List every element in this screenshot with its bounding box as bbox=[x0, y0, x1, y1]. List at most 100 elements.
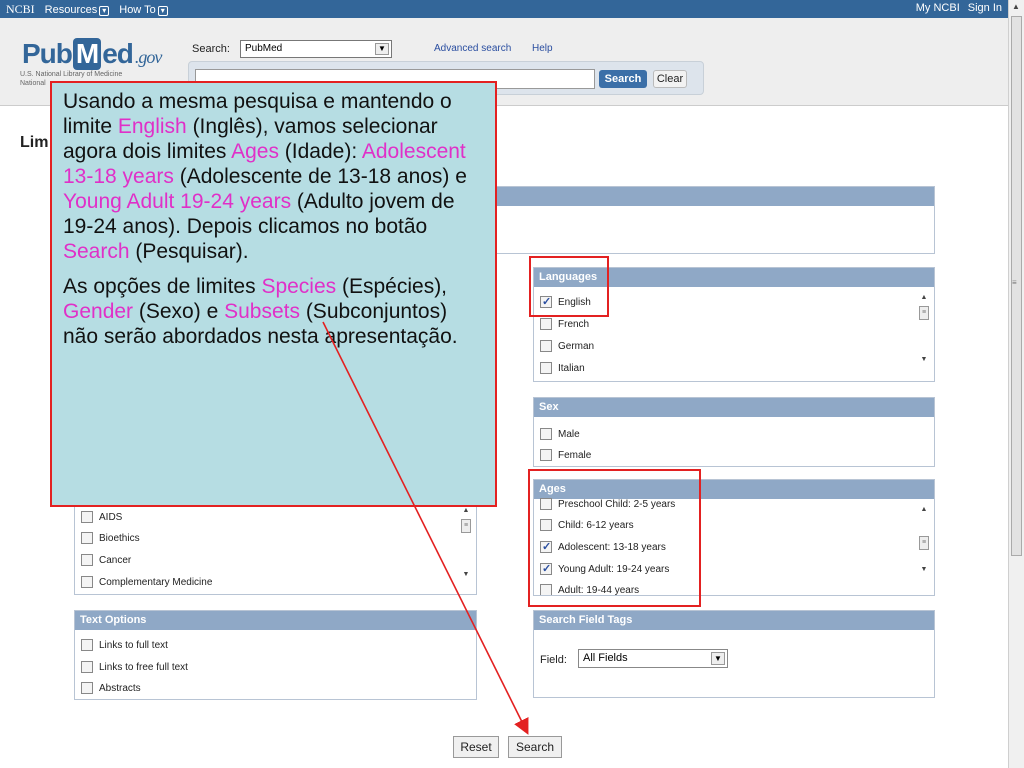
scroll-down-icon[interactable]: ▼ bbox=[918, 356, 930, 366]
reset-button[interactable]: Reset bbox=[453, 736, 499, 758]
option-label: German bbox=[558, 340, 595, 352]
subset-option-bioethics[interactable]: Bioethics bbox=[81, 532, 140, 544]
checkbox[interactable] bbox=[540, 449, 552, 461]
window-scrollbar[interactable]: ▲ ≡ bbox=[1008, 0, 1024, 768]
language-option-italian[interactable]: Italian bbox=[540, 362, 585, 374]
clear-button[interactable]: Clear bbox=[653, 70, 687, 88]
search-field-tags-title: Search Field Tags bbox=[534, 611, 934, 630]
logo-sub-line1: U.S. National Library of Medicine bbox=[20, 71, 123, 78]
sex-title: Sex bbox=[534, 398, 934, 417]
panel-header bbox=[489, 187, 934, 206]
search-submit-button[interactable]: Search bbox=[508, 736, 562, 758]
callout-keyword: Search bbox=[63, 240, 130, 263]
scroll-up-icon[interactable]: ▲ bbox=[918, 506, 930, 516]
scroll-up-icon[interactable]: ▲ bbox=[1012, 2, 1020, 11]
scroll-up-icon[interactable]: ▲ bbox=[460, 507, 472, 517]
callout-paragraph-1: Usando a mesma pesquisa e mantendo o lim… bbox=[63, 89, 485, 264]
sex-option-female[interactable]: Female bbox=[540, 449, 591, 461]
checkbox[interactable] bbox=[81, 682, 93, 694]
checkbox[interactable] bbox=[81, 532, 93, 544]
logo-m: M bbox=[72, 38, 102, 70]
pubmed-logo[interactable]: Pub Med .gov bbox=[22, 38, 162, 70]
my-ncbi-link[interactable]: My NCBI bbox=[916, 2, 960, 14]
scroll-down-icon[interactable]: ▼ bbox=[460, 571, 472, 581]
checkbox[interactable] bbox=[81, 661, 93, 673]
search-button[interactable]: Search bbox=[599, 70, 647, 88]
search-field-tags-panel: Search Field Tags Field: All Fields ▼ bbox=[533, 610, 935, 698]
callout-text: (Adolescente de 13-18 anos) e bbox=[173, 165, 467, 188]
callout-text: (Sexo) e bbox=[133, 300, 225, 323]
scroll-thumb[interactable]: ≡ bbox=[919, 536, 929, 550]
text-option-abstracts[interactable]: Abstracts bbox=[81, 682, 141, 694]
howto-menu[interactable]: How To ▾ bbox=[119, 3, 168, 16]
logo-gov: .gov bbox=[134, 47, 162, 67]
checkbox[interactable] bbox=[540, 428, 552, 440]
checkbox[interactable] bbox=[81, 639, 93, 651]
checkbox[interactable] bbox=[540, 318, 552, 330]
language-option-french[interactable]: French bbox=[540, 318, 589, 330]
option-label: Female bbox=[558, 449, 592, 461]
text-options-panel: Text Options Links to full text Links to… bbox=[74, 610, 477, 700]
field-value: All Fields bbox=[583, 652, 628, 664]
ncbi-brand: NCBI bbox=[6, 2, 35, 16]
callout-text: (Idade): bbox=[278, 140, 362, 163]
checkbox[interactable] bbox=[81, 511, 93, 523]
ncbi-logo[interactable]: NCBI bbox=[6, 2, 35, 17]
subset-option-cancer[interactable]: Cancer bbox=[81, 554, 131, 566]
checkbox[interactable] bbox=[81, 576, 93, 588]
logo-pub: Pub bbox=[22, 38, 73, 69]
hidden-panel bbox=[488, 186, 935, 254]
sign-in-link[interactable]: Sign In bbox=[968, 2, 1002, 14]
page-title: Lim bbox=[20, 134, 49, 151]
page: NCBI Resources ▾ How To ▾ My NCBI Sign In … bbox=[0, 0, 1024, 768]
scroll-thumb[interactable]: ≡ bbox=[461, 519, 471, 533]
callout-text: (Espécies), bbox=[336, 275, 448, 298]
sex-option-male[interactable]: Male bbox=[540, 428, 580, 440]
checkbox[interactable] bbox=[540, 362, 552, 374]
callout-paragraph-2: As opções de limites Species (Espécies),… bbox=[63, 274, 485, 349]
option-label: AIDS bbox=[99, 511, 123, 523]
option-label: Bioethics bbox=[99, 532, 140, 544]
option-label: French bbox=[558, 318, 590, 330]
languages-scrollbar[interactable]: ▲ ≡ ▼ bbox=[918, 294, 930, 379]
text-option-free-full-text[interactable]: Links to free full text bbox=[81, 661, 188, 673]
subset-option-complementary-medicine[interactable]: Complementary Medicine bbox=[81, 576, 212, 588]
text-option-full-text[interactable]: Links to full text bbox=[81, 639, 168, 651]
option-label: Complementary Medicine bbox=[99, 576, 213, 588]
help-link[interactable]: Help bbox=[532, 43, 553, 54]
checkbox[interactable] bbox=[81, 554, 93, 566]
callout-keyword: Subsets bbox=[224, 300, 300, 323]
callout-keyword: Species bbox=[261, 275, 337, 298]
subsets-scrollbar[interactable]: ▲ ≡ ▼ bbox=[460, 507, 472, 593]
ncbi-topbar: NCBI Resources ▾ How To ▾ My NCBI Sign In bbox=[0, 0, 1008, 18]
field-select[interactable]: All Fields ▼ bbox=[578, 649, 728, 668]
callout-keyword: Young Adult 19-24 years bbox=[63, 190, 292, 213]
advanced-search-link[interactable]: Advanced search bbox=[434, 43, 511, 54]
language-option-german[interactable]: German bbox=[540, 340, 594, 352]
scroll-up-icon[interactable]: ▲ bbox=[918, 294, 930, 304]
database-value: PubMed bbox=[245, 43, 283, 54]
checkbox[interactable] bbox=[540, 340, 552, 352]
resources-menu[interactable]: Resources ▾ bbox=[45, 4, 110, 16]
option-label: Italian bbox=[558, 362, 585, 374]
subset-option-aids[interactable]: AIDS bbox=[81, 511, 122, 523]
ages-scrollbar[interactable]: ▲ ≡ ▼ bbox=[918, 506, 930, 594]
option-label: Links to full text bbox=[99, 639, 168, 651]
howto-label: How To bbox=[119, 3, 156, 16]
logo-ed: ed bbox=[102, 38, 134, 69]
highlight-languages-english bbox=[529, 256, 609, 317]
field-label: Field: bbox=[540, 654, 567, 666]
highlight-ages bbox=[528, 469, 701, 607]
search-label: Search: bbox=[192, 43, 230, 55]
sex-panel: Sex Male Female bbox=[533, 397, 935, 467]
database-select[interactable]: PubMed ▼ bbox=[240, 40, 392, 58]
scroll-thumb[interactable]: ≡ bbox=[919, 306, 929, 320]
option-label: Abstracts bbox=[99, 682, 141, 694]
chevron-down-icon: ▼ bbox=[375, 43, 389, 55]
scroll-down-icon[interactable]: ▼ bbox=[918, 566, 930, 576]
chevron-down-icon: ▼ bbox=[711, 652, 725, 665]
chevron-down-icon: ▾ bbox=[157, 5, 168, 16]
option-label: Male bbox=[558, 428, 580, 440]
instruction-callout: Usando a mesma pesquisa e mantendo o lim… bbox=[50, 81, 497, 507]
callout-keyword: Gender bbox=[63, 300, 134, 323]
